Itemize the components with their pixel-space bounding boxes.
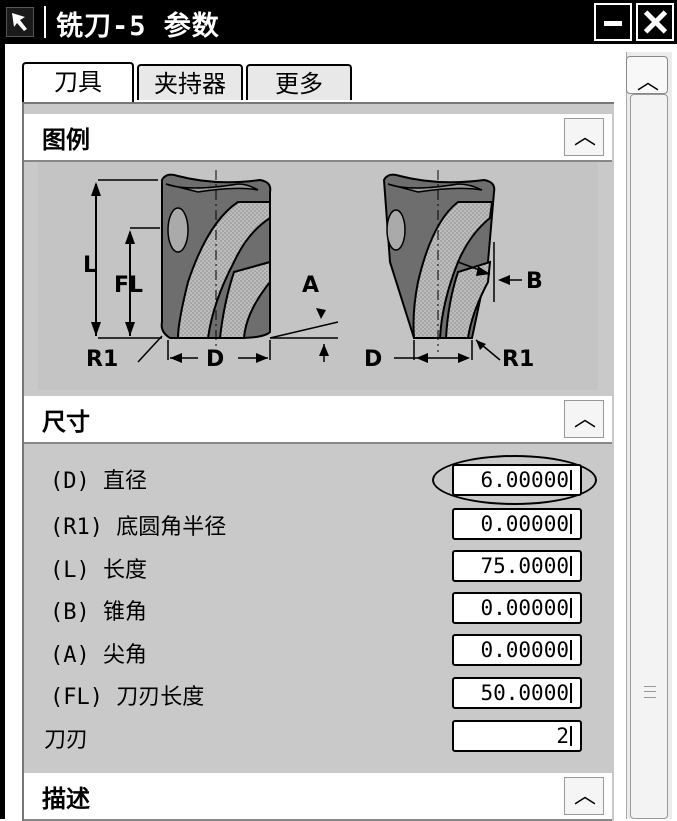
collapse-dimensions-button[interactable]: ︿ — [564, 400, 604, 438]
scroll-up-icon: ︿ — [637, 70, 660, 95]
label-D-left: D — [206, 347, 224, 372]
param-label-flute-length: (FL) 刀刃长度 — [50, 685, 205, 710]
param-label-corner-radius: (R1) 底圆角半径 — [50, 515, 227, 540]
param-input-corner-radius[interactable]: 0.00000 — [452, 508, 582, 540]
chevron-up-icon: ︿ — [574, 407, 597, 432]
param-input-flute-length[interactable]: 50.0000 — [452, 677, 582, 709]
minimize-button[interactable] — [594, 3, 632, 41]
param-label-taper-angle: (B) 锥角 — [50, 600, 147, 625]
close-button[interactable] — [636, 3, 674, 41]
param-label-tip-angle: (A) 尖角 — [50, 643, 147, 668]
param-input-diameter[interactable]: 6.00000 — [452, 464, 582, 496]
param-value-flute-length: 50.0000 — [480, 681, 569, 705]
chevron-up-icon: ︿ — [574, 784, 597, 809]
param-value-corner-radius: 0.00000 — [480, 512, 569, 536]
param-value-diameter: 6.00000 — [480, 468, 569, 492]
param-label-flutes: 刀刃 — [44, 728, 89, 753]
label-A: A — [302, 273, 319, 298]
section-title-legend: 图例 — [42, 126, 90, 154]
tab-holder[interactable]: 夹持器 — [137, 64, 243, 100]
param-value-flutes: 2 — [556, 724, 569, 748]
param-value-taper-angle: 0.00000 — [480, 596, 569, 620]
label-FL: FL — [114, 273, 143, 298]
tool-illustration: L FL A D R1 B D R1 — [38, 162, 598, 390]
collapse-legend-button[interactable]: ︿ — [564, 118, 604, 156]
section-header-description[interactable]: 描述 ︿ — [24, 773, 612, 821]
section-header-dimensions[interactable]: 尺寸 ︿ — [24, 396, 612, 444]
section-header-legend[interactable]: 图例 ︿ — [24, 114, 612, 162]
pin-icon[interactable] — [6, 7, 34, 37]
section-title-dimensions: 尺寸 — [42, 408, 90, 436]
label-B: B — [526, 269, 543, 294]
param-input-flutes[interactable]: 2 — [452, 720, 582, 752]
label-D-right: D — [364, 347, 382, 372]
chevron-up-icon: ︿ — [574, 125, 597, 150]
param-value-tip-angle: 0.00000 — [480, 638, 569, 662]
scrollbar-thumb[interactable] — [630, 94, 668, 819]
param-input-tip-angle[interactable]: 0.00000 — [452, 634, 582, 666]
param-label-length: (L) 长度 — [50, 558, 147, 583]
scroll-up-button[interactable]: ︿ — [626, 56, 668, 95]
window-title: 铣刀-5 参数 — [56, 11, 220, 42]
param-input-length[interactable]: 75.0000 — [452, 550, 582, 582]
label-L: L — [83, 253, 97, 278]
param-label-diameter: (D) 直径 — [50, 469, 147, 494]
scrollbar-grip-icon — [644, 686, 656, 698]
left-tool-drawing: L FL A D R1 — [83, 170, 339, 372]
param-value-length: 75.0000 — [480, 554, 569, 578]
section-title-description: 描述 — [42, 785, 90, 813]
left-border — [0, 44, 5, 819]
tab-more[interactable]: 更多 — [246, 64, 352, 100]
label-R1-left: R1 — [86, 347, 118, 372]
label-R1-right: R1 — [502, 347, 534, 372]
title-separator — [44, 6, 46, 38]
param-input-taper-angle[interactable]: 0.00000 — [452, 592, 582, 624]
tab-tool[interactable]: 刀具 — [22, 62, 134, 102]
right-tool-drawing: B D R1 — [364, 170, 543, 372]
collapse-description-button[interactable]: ︿ — [564, 777, 604, 815]
title-bar: 铣刀-5 参数 — [0, 0, 677, 44]
